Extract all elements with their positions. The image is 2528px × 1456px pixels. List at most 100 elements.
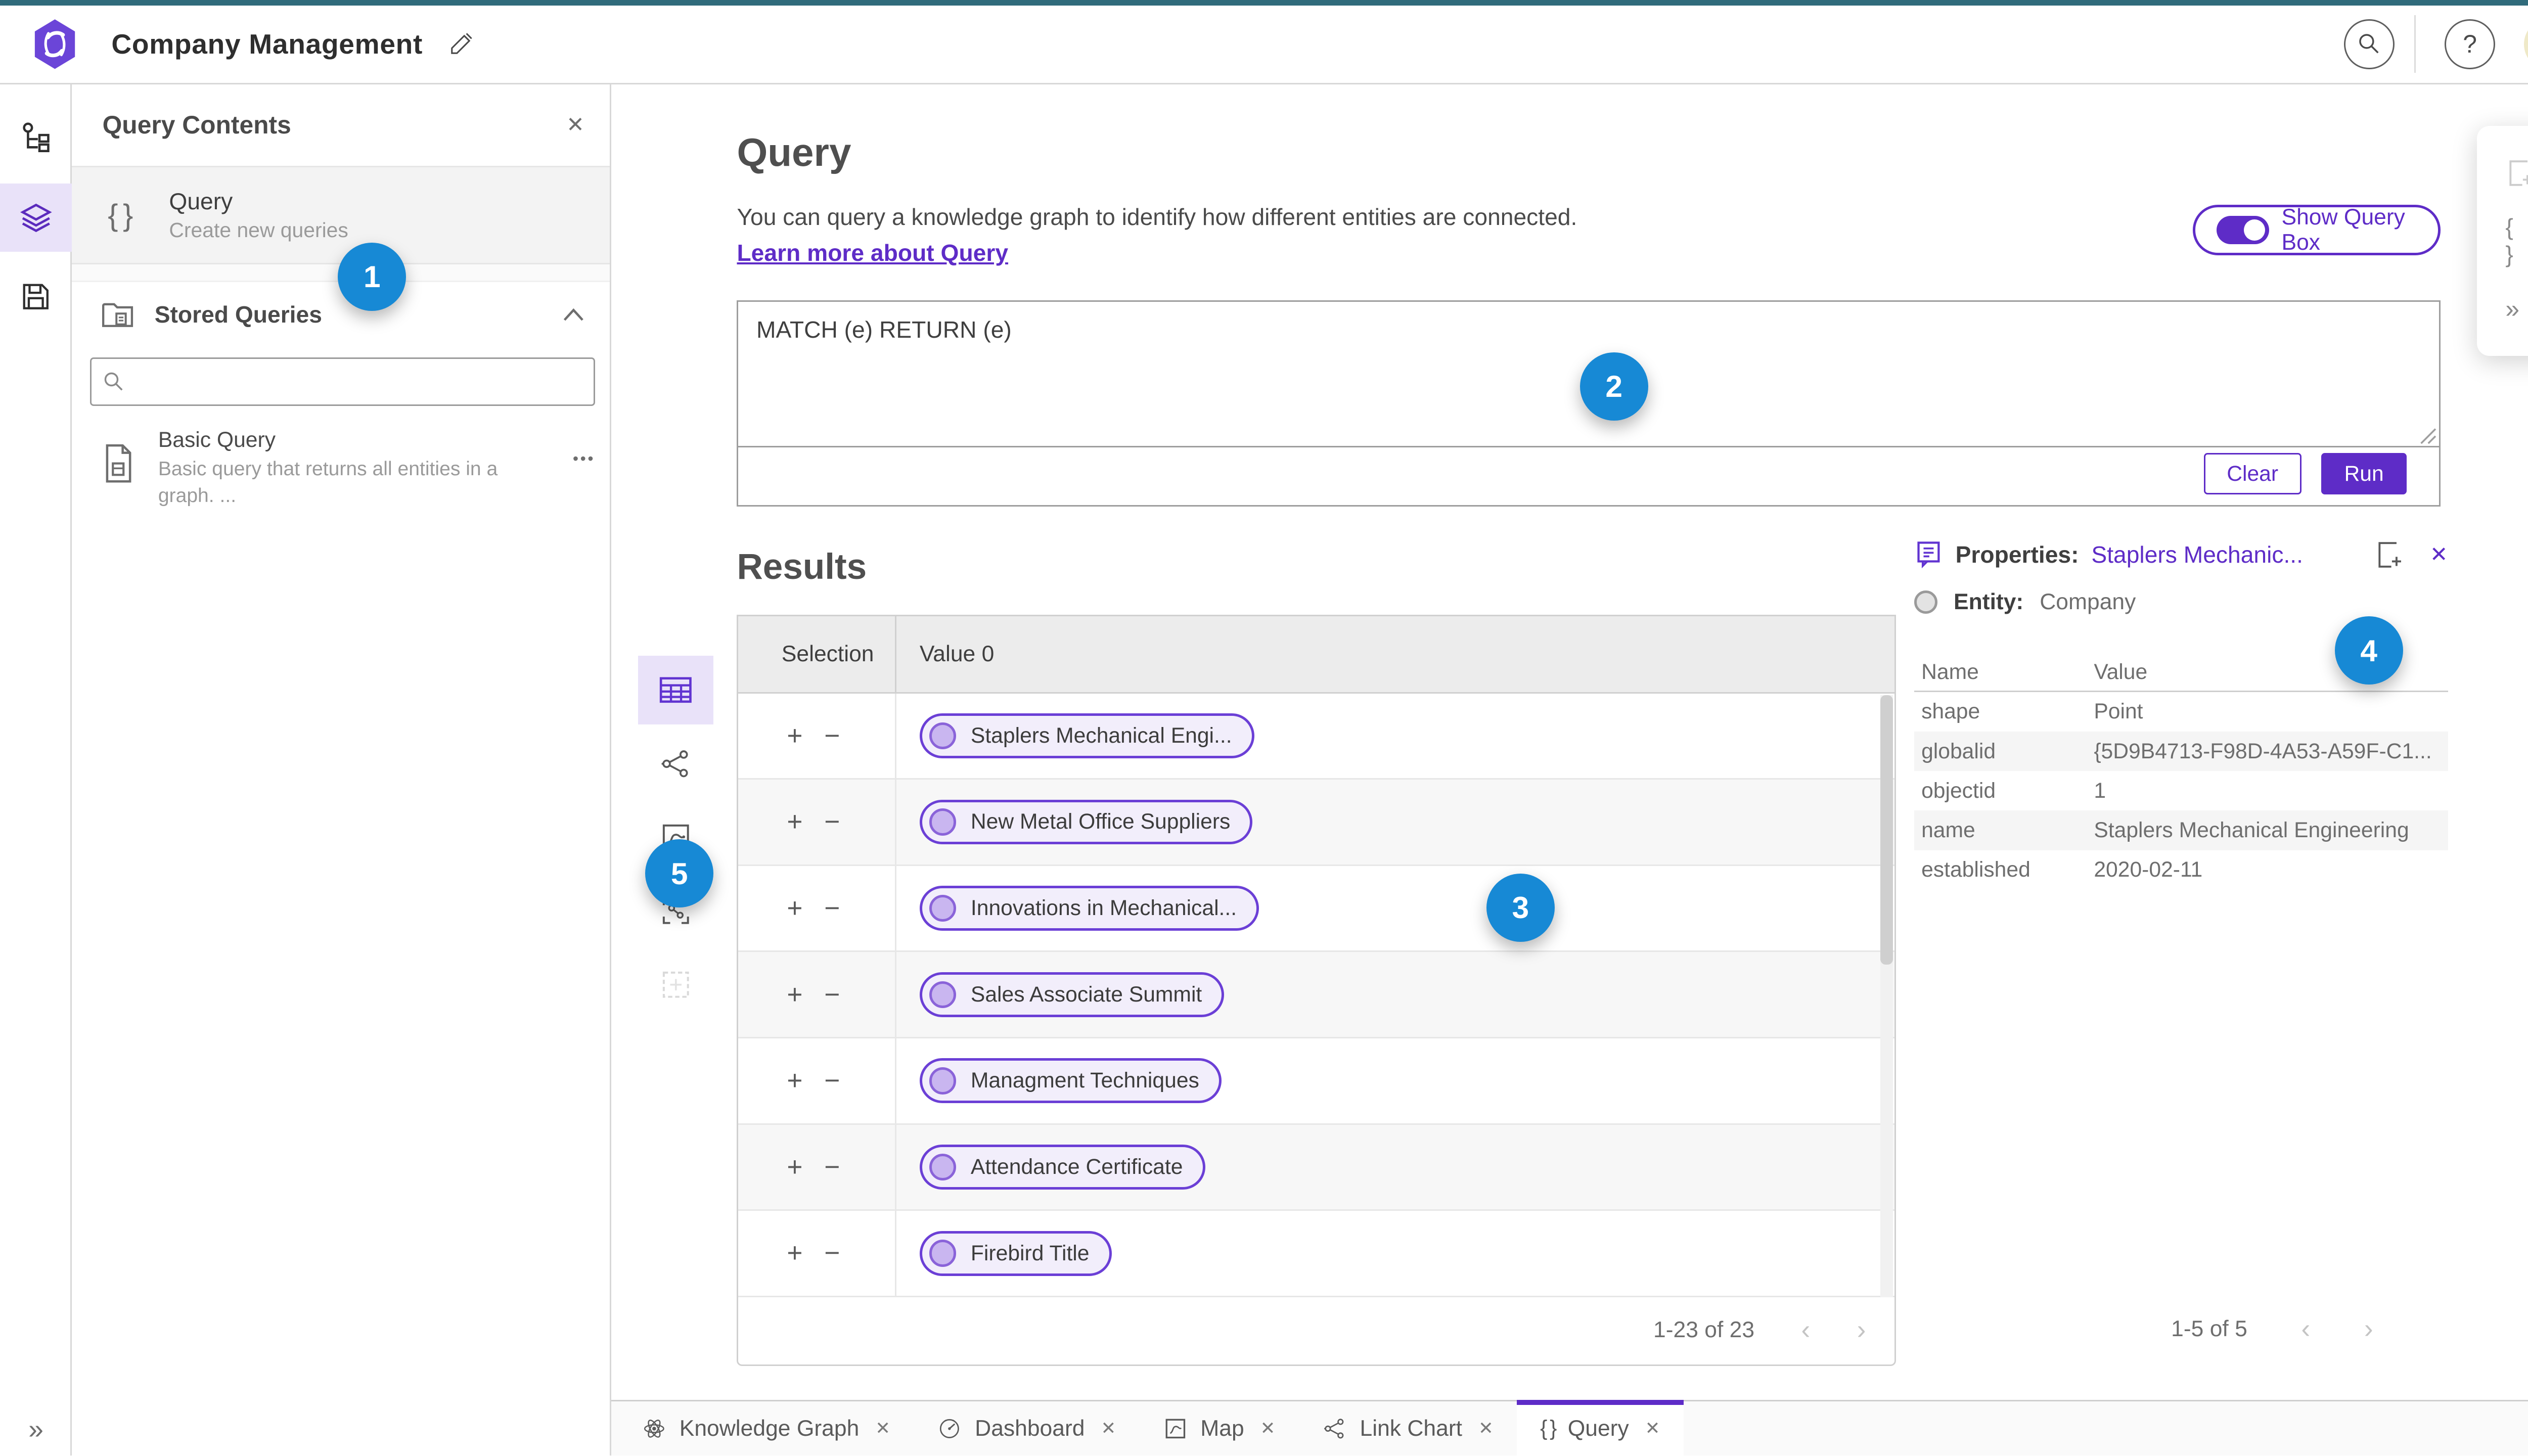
edit-title-pencil-icon[interactable]: [448, 30, 475, 59]
results-table-card: Selection Value 0 + − Staplers Mechanical…: [737, 614, 1897, 1366]
tab-query[interactable]: { } Query ✕: [1516, 1399, 1684, 1456]
stored-query-more-button[interactable]: •••: [573, 449, 595, 468]
remove-from-selection-button[interactable]: −: [824, 722, 840, 749]
remove-from-selection-button[interactable]: −: [824, 1154, 840, 1180]
table-row: + − Managment Techniques: [738, 1038, 1895, 1125]
properties-title: Properties:: [1955, 541, 2079, 568]
avatar[interactable]: KS: [2523, 18, 2528, 70]
table-scrollbar[interactable]: [1880, 695, 1893, 1297]
next-page-button[interactable]: ›: [2364, 1315, 2373, 1342]
link-chart-icon: [1324, 1419, 1344, 1439]
resize-handle[interactable]: [2419, 427, 2437, 445]
close-tab-icon[interactable]: ✕: [1478, 1418, 1494, 1439]
properties-entity-name[interactable]: Staplers Mechanic...: [2091, 541, 2303, 568]
add-to-selection-button[interactable]: +: [787, 895, 802, 922]
add-selection-to-icon[interactable]: [2374, 539, 2403, 569]
property-row: objectid 1: [1921, 778, 2106, 803]
close-tab-icon[interactable]: ✕: [1260, 1418, 1276, 1439]
tab-knowledge-graph[interactable]: Knowledge Graph ✕: [618, 1401, 914, 1455]
chevron-up-icon[interactable]: [563, 307, 584, 322]
contents-panel-header: Query Contents ✕: [72, 84, 610, 167]
rail-item-data-model[interactable]: [0, 104, 72, 172]
clear-button[interactable]: Clear: [2203, 453, 2301, 495]
entity-pill[interactable]: Staplers Mechanical Engi...: [919, 713, 1254, 758]
add-selection-to-icon: [2509, 160, 2528, 186]
add-to-selection-button[interactable]: +: [787, 808, 802, 835]
entity-pill[interactable]: New Metal Office Suppliers: [919, 799, 1253, 845]
link-chart-icon: [661, 750, 688, 778]
stored-query-basic-query[interactable]: Basic Query Basic query that returns all…: [72, 406, 609, 527]
search-icon: [2359, 34, 2379, 54]
close-contents-panel-button[interactable]: ✕: [566, 112, 584, 138]
entity-node-icon: [929, 808, 957, 836]
stored-queries-folder-icon: [102, 303, 133, 328]
query-document-icon: [106, 444, 131, 483]
remove-from-selection-button[interactable]: −: [824, 1067, 840, 1094]
close-tab-icon[interactable]: ✕: [875, 1418, 890, 1439]
entity-pill[interactable]: Firebird Title: [919, 1231, 1112, 1276]
remove-from-selection-button[interactable]: −: [824, 981, 840, 1008]
scrollbar-thumb[interactable]: [1880, 695, 1893, 965]
property-row: established 2020-02-11: [1921, 857, 2203, 882]
close-properties-button[interactable]: ✕: [2430, 542, 2448, 567]
menu-item-collapse[interactable]: » Collapse: [2477, 275, 2528, 343]
add-to-selection-button[interactable]: +: [787, 1067, 802, 1094]
entity-node-icon: [929, 1153, 957, 1181]
toggle-switch-on[interactable]: [2217, 215, 2269, 245]
close-tab-icon[interactable]: ✕: [1645, 1418, 1660, 1439]
menu-item-store-as-new-query[interactable]: { } Store as New Query: [2477, 207, 2528, 275]
table-row: + − Sales Associate Summit: [738, 952, 1895, 1039]
prev-page-button[interactable]: ‹: [2301, 1315, 2310, 1342]
entity-node-icon: [929, 722, 957, 750]
callout-badge-1: 1: [338, 242, 407, 311]
contents-item-query[interactable]: { } Query Create new queries: [72, 167, 610, 264]
help-button[interactable]: ?: [2445, 19, 2495, 70]
stored-queries-search-input[interactable]: [136, 369, 583, 394]
tab-dashboard[interactable]: Dashboard ✕: [914, 1401, 1139, 1455]
entity-value: Company: [2040, 589, 2136, 614]
stored-queries-search[interactable]: [89, 357, 596, 406]
rail-item-save[interactable]: [0, 262, 72, 331]
tab-map[interactable]: Map ✕: [1139, 1401, 1298, 1455]
add-to-selection-button[interactable]: +: [787, 722, 802, 749]
remove-from-selection-button[interactable]: −: [824, 808, 840, 835]
double-chevron-icon: »: [2505, 295, 2520, 324]
map-icon: [1165, 1419, 1185, 1439]
view-table-button[interactable]: [638, 656, 714, 724]
entity-pill[interactable]: Attendance Certificate: [919, 1145, 1205, 1190]
save-icon: [23, 284, 49, 309]
expand-rail-button[interactable]: »: [0, 1414, 72, 1445]
entity-type-node-icon: [1914, 590, 1938, 614]
properties-icon: [1917, 541, 1940, 569]
show-query-box-toggle[interactable]: Show Query Box: [2192, 205, 2441, 255]
view-link-chart-button[interactable]: [638, 730, 713, 798]
add-to-selection-button[interactable]: +: [787, 1240, 802, 1266]
data-model-icon: [22, 122, 50, 153]
run-button[interactable]: Run: [2321, 453, 2407, 495]
global-search-button[interactable]: [2344, 19, 2395, 70]
disabled-view-icon: [662, 972, 689, 998]
callout-badge-4: 4: [2334, 616, 2403, 685]
entity-pill[interactable]: Managment Techniques: [919, 1058, 1222, 1104]
entity-pill[interactable]: Sales Associate Summit: [919, 972, 1225, 1017]
add-to-selection-button[interactable]: +: [787, 981, 802, 1008]
rail-item-contents-layers[interactable]: [0, 183, 72, 252]
remove-from-selection-button[interactable]: −: [824, 895, 840, 922]
results-pagination: 1-23 of 23 ‹ ›: [738, 1296, 1894, 1364]
query-item-subtitle: Create new queries: [169, 218, 348, 242]
entity-pill[interactable]: Innovations in Mechanical...: [919, 886, 1259, 931]
bottom-tab-bar: Knowledge Graph ✕ Dashboard ✕ Map ✕ Link…: [611, 1399, 2528, 1456]
next-page-button[interactable]: ›: [1857, 1316, 1866, 1343]
add-to-selection-button[interactable]: +: [787, 1154, 802, 1180]
stored-queries-header[interactable]: Stored Queries: [72, 286, 609, 343]
callout-badge-3: 3: [1486, 873, 1555, 942]
prev-page-button[interactable]: ‹: [1801, 1316, 1810, 1343]
close-tab-icon[interactable]: ✕: [1101, 1418, 1116, 1439]
query-description: You can query a knowledge graph to ident…: [737, 203, 1577, 230]
remove-from-selection-button[interactable]: −: [824, 1240, 840, 1266]
learn-more-link[interactable]: Learn more about Query: [737, 239, 1008, 266]
braces-icon: { }: [1540, 1416, 1557, 1441]
callout-badge-5: 5: [645, 839, 714, 908]
results-title: Results: [737, 547, 867, 587]
tab-link-chart[interactable]: Link Chart ✕: [1299, 1401, 1517, 1455]
